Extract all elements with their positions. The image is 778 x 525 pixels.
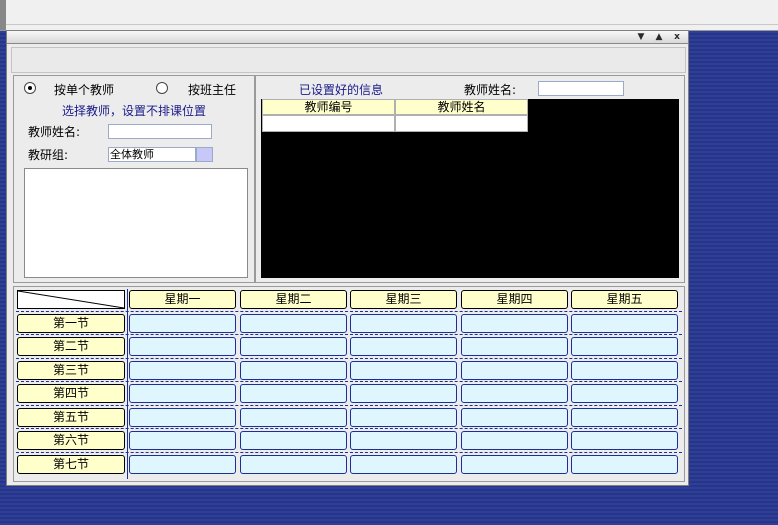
schedule-cell-wed-5[interactable] bbox=[350, 408, 457, 427]
schedule-cell-tue-2[interactable] bbox=[240, 337, 347, 356]
teacher-name-label: 教师姓名: bbox=[28, 125, 81, 139]
row-divider bbox=[16, 381, 682, 382]
schedule-cell-fri-5[interactable] bbox=[571, 408, 678, 427]
schedule-cell-thu-1[interactable] bbox=[461, 314, 568, 333]
schedule-cell-mon-3[interactable] bbox=[129, 361, 236, 380]
schedule-cell-thu-3[interactable] bbox=[461, 361, 568, 380]
weekly-schedule-grid: 星期一 星期二 星期三 星期四 星期五 第一节 第二节 第三节 第四节 第五节 … bbox=[13, 286, 685, 482]
schedule-cell-mon-4[interactable] bbox=[129, 384, 236, 403]
radio-single-teacher[interactable] bbox=[24, 82, 36, 94]
radio-class-head-label[interactable]: 按班主任 bbox=[188, 81, 236, 98]
schedule-cell-tue-5[interactable] bbox=[240, 408, 347, 427]
schedule-cell-tue-4[interactable] bbox=[240, 384, 347, 403]
schedule-cell-tue-6[interactable] bbox=[240, 431, 347, 450]
row-divider bbox=[16, 358, 682, 359]
schedule-cell-mon-5[interactable] bbox=[129, 408, 236, 427]
minimize-icon[interactable]: ▲ bbox=[653, 32, 665, 42]
schedule-cell-tue-1[interactable] bbox=[240, 314, 347, 333]
column-header-teacher-id[interactable]: 教师编号 bbox=[262, 99, 395, 115]
group-dropdown-button[interactable] bbox=[196, 147, 213, 162]
schedule-cell-wed-7[interactable] bbox=[350, 455, 457, 474]
day-header-thu: 星期四 bbox=[461, 290, 568, 309]
schedule-cell-tue-7[interactable] bbox=[240, 455, 347, 474]
schedule-cell-thu-7[interactable] bbox=[461, 455, 568, 474]
schedule-cell-fri-6[interactable] bbox=[571, 431, 678, 450]
schedule-corner-cell bbox=[17, 290, 125, 309]
column-separator bbox=[127, 289, 128, 479]
schedule-cell-fri-4[interactable] bbox=[571, 384, 678, 403]
period-header-7: 第七节 bbox=[17, 455, 125, 474]
top-toolbar-strip bbox=[0, 0, 778, 31]
period-header-2: 第二节 bbox=[17, 337, 125, 356]
period-header-4: 第四节 bbox=[17, 384, 125, 403]
schedule-cell-fri-2[interactable] bbox=[571, 337, 678, 356]
schedule-cell-wed-6[interactable] bbox=[350, 431, 457, 450]
group-label: 教研组: bbox=[28, 148, 69, 162]
period-header-3: 第三节 bbox=[17, 361, 125, 380]
right-teacher-name-input[interactable] bbox=[538, 81, 624, 96]
schedule-restriction-window: ▼ ▲ x 按单个教师 按班主任 选择教师，设置不排课位置 教师姓名: 教研组:… bbox=[6, 30, 689, 486]
configured-info-title: 已设置好的信息 bbox=[299, 83, 384, 97]
radio-single-teacher-label[interactable]: 按单个教师 bbox=[54, 81, 114, 98]
period-header-5: 第五节 bbox=[17, 408, 125, 427]
schedule-cell-mon-6[interactable] bbox=[129, 431, 236, 450]
window-toolbar-area bbox=[11, 47, 686, 73]
day-header-tue: 星期二 bbox=[240, 290, 347, 309]
schedule-cell-thu-4[interactable] bbox=[461, 384, 568, 403]
instruction-text: 选择教师，设置不排课位置 bbox=[62, 104, 207, 118]
schedule-cell-wed-4[interactable] bbox=[350, 384, 457, 403]
window-titlebar: ▼ ▲ x bbox=[7, 31, 688, 44]
schedule-cell-fri-1[interactable] bbox=[571, 314, 678, 333]
schedule-cell-fri-3[interactable] bbox=[571, 361, 678, 380]
period-header-1: 第一节 bbox=[17, 314, 125, 333]
schedule-cell-thu-2[interactable] bbox=[461, 337, 568, 356]
schedule-cell-tue-3[interactable] bbox=[240, 361, 347, 380]
diagonal-line-icon bbox=[18, 291, 124, 308]
schedule-cell-wed-2[interactable] bbox=[350, 337, 457, 356]
configured-teacher-grid[interactable]: 教师编号 教师姓名 bbox=[261, 99, 679, 278]
day-header-mon: 星期一 bbox=[129, 290, 236, 309]
schedule-cell-wed-3[interactable] bbox=[350, 361, 457, 380]
row-divider bbox=[16, 311, 682, 312]
day-header-fri: 星期五 bbox=[571, 290, 678, 309]
row-divider bbox=[16, 405, 682, 406]
schedule-cell-wed-1[interactable] bbox=[350, 314, 457, 333]
row-divider bbox=[16, 452, 682, 453]
period-header-6: 第六节 bbox=[17, 431, 125, 450]
row-divider bbox=[16, 428, 682, 429]
close-icon[interactable]: x bbox=[671, 32, 683, 42]
teacher-listbox[interactable] bbox=[24, 168, 248, 278]
schedule-cell-fri-7[interactable] bbox=[571, 455, 678, 474]
schedule-cell-mon-7[interactable] bbox=[129, 455, 236, 474]
grid-cell[interactable] bbox=[262, 115, 395, 132]
column-header-teacher-name[interactable]: 教师姓名 bbox=[395, 99, 528, 115]
radio-class-head[interactable] bbox=[156, 82, 168, 94]
row-divider bbox=[16, 334, 682, 335]
right-teacher-name-label: 教师姓名: bbox=[464, 83, 517, 97]
day-header-wed: 星期三 bbox=[350, 290, 457, 309]
schedule-cell-thu-6[interactable] bbox=[461, 431, 568, 450]
schedule-cell-mon-1[interactable] bbox=[129, 314, 236, 333]
schedule-cell-mon-2[interactable] bbox=[129, 337, 236, 356]
teacher-name-input[interactable] bbox=[108, 124, 212, 139]
grid-cell[interactable] bbox=[395, 115, 528, 132]
top-strip-divider bbox=[0, 24, 778, 25]
dropdown-icon[interactable]: ▼ bbox=[635, 32, 647, 42]
schedule-cell-thu-5[interactable] bbox=[461, 408, 568, 427]
teacher-selection-panel: 按单个教师 按班主任 选择教师，设置不排课位置 教师姓名: 教研组: 全体教师 bbox=[13, 75, 255, 283]
group-select[interactable]: 全体教师 bbox=[108, 147, 196, 162]
left-window-edge bbox=[0, 0, 6, 30]
